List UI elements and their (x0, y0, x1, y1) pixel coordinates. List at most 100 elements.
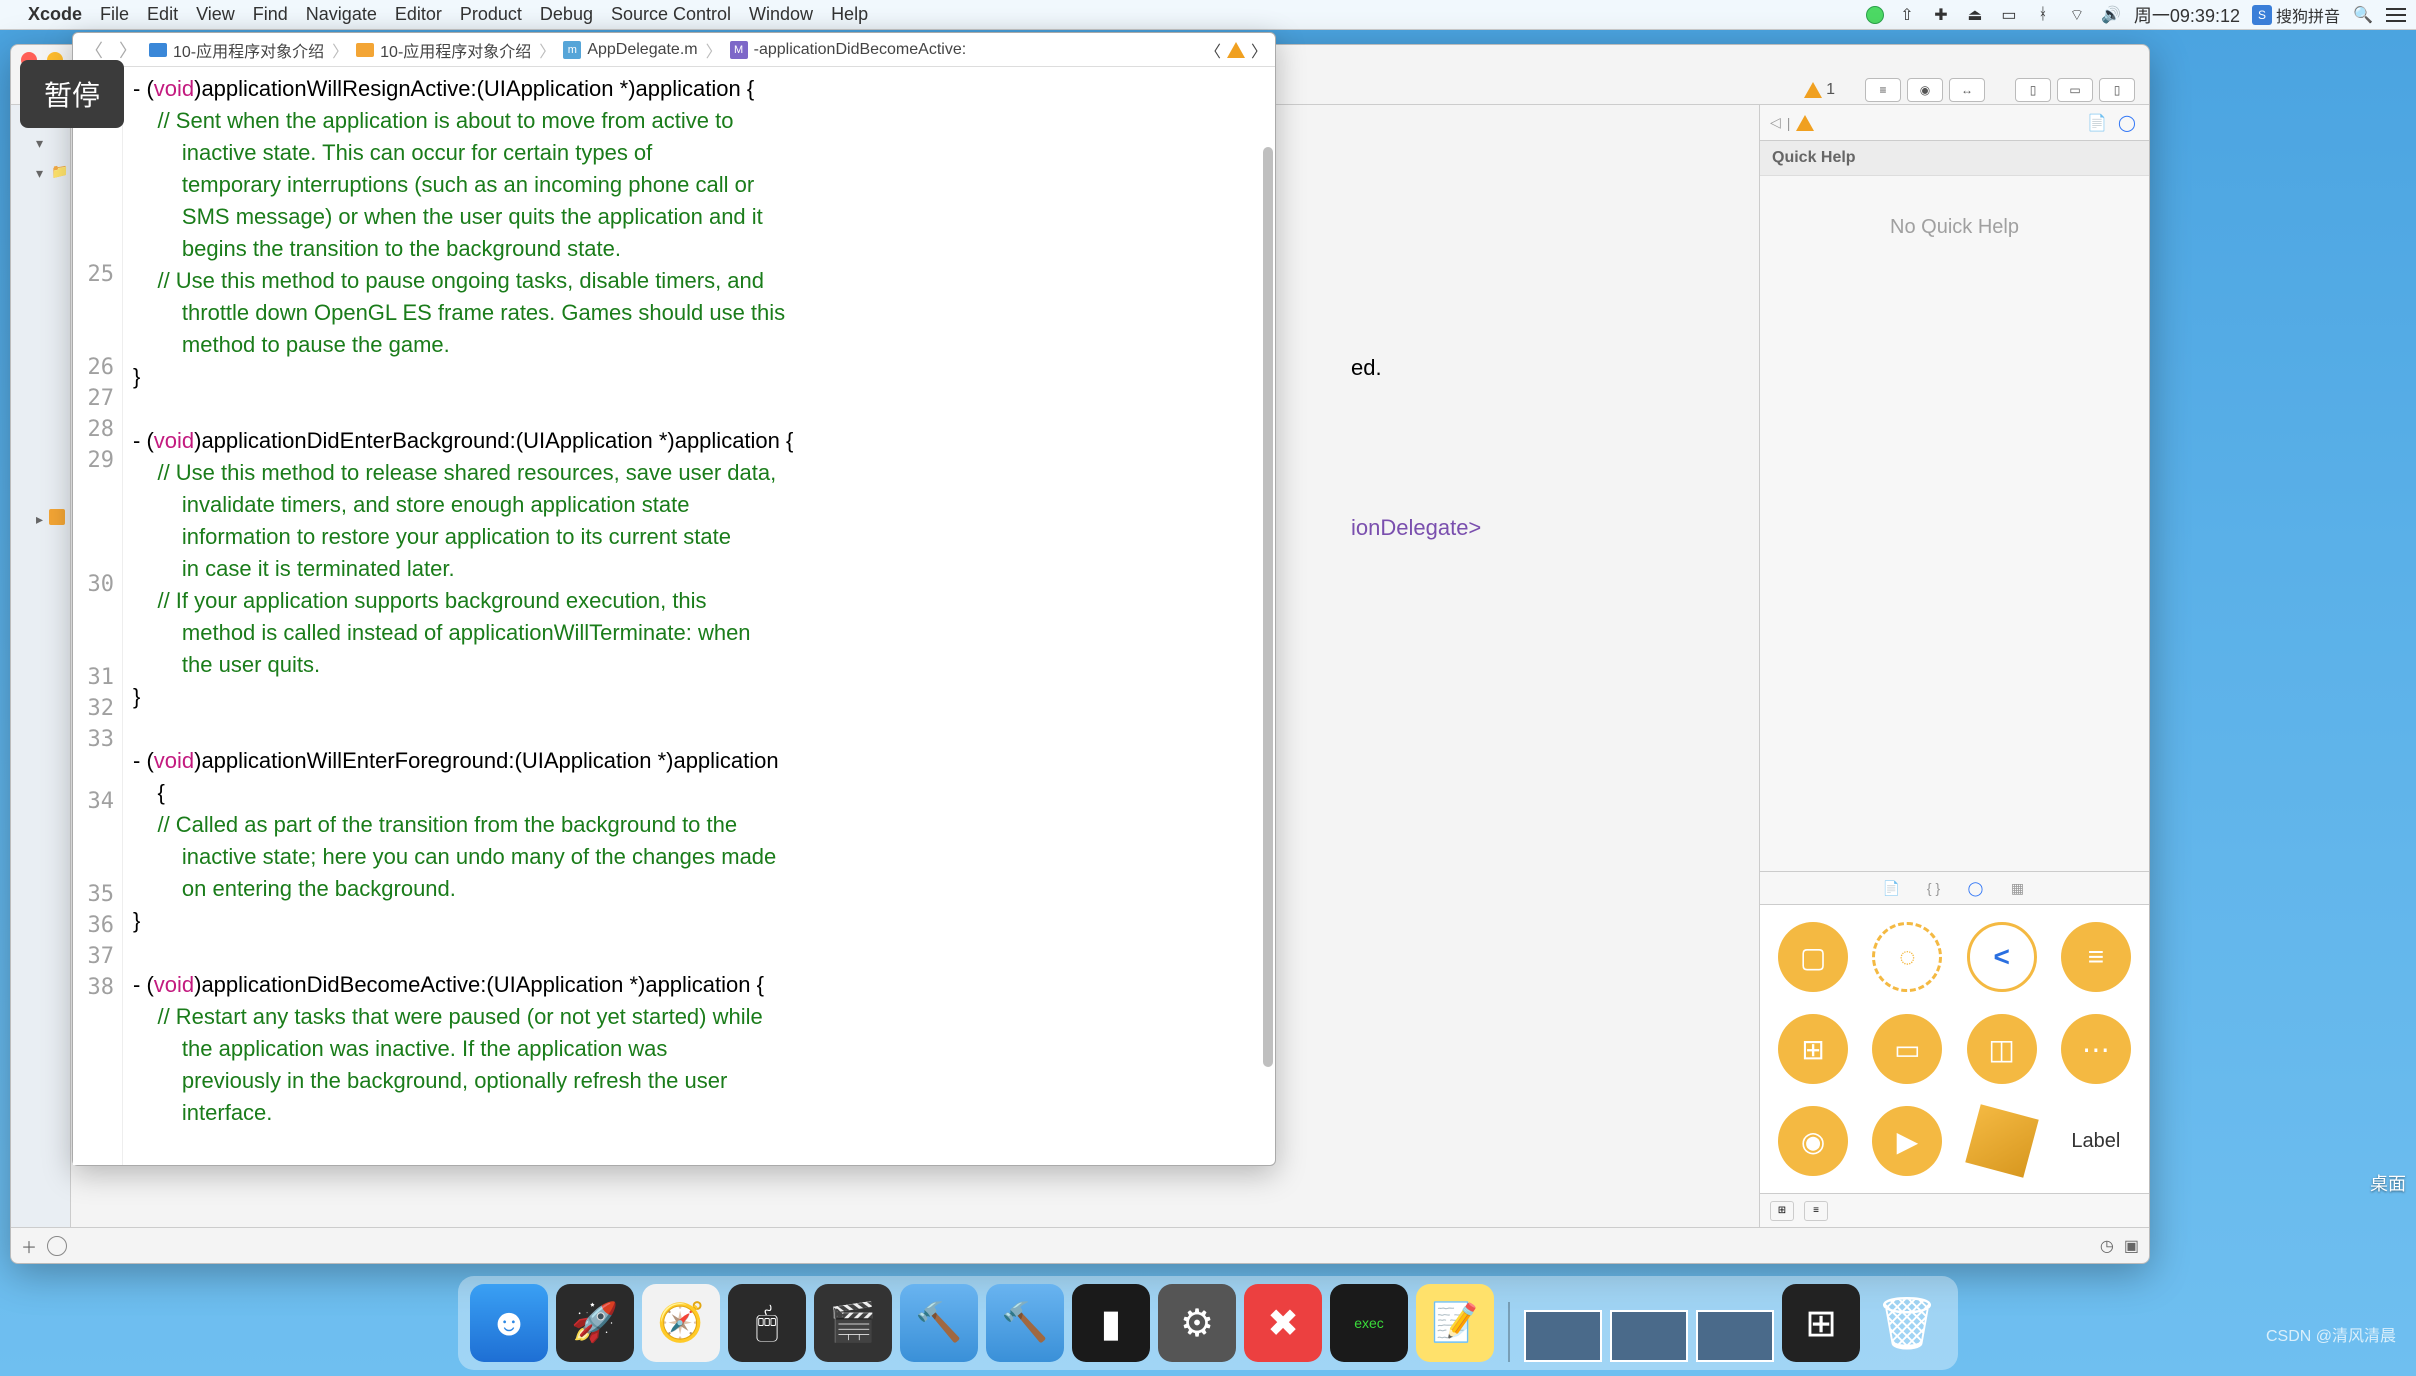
page-view-controller-object[interactable]: ⋯ (2061, 1014, 2131, 1084)
warning-icon[interactable] (1804, 82, 1822, 98)
menu-source-control[interactable]: Source Control (611, 4, 731, 25)
notes-app[interactable]: 📝 (1416, 1284, 1494, 1362)
split-view-controller-object[interactable]: ◫ (1967, 1014, 2037, 1084)
finder-app[interactable]: ☻ (470, 1284, 548, 1362)
volume-icon[interactable]: 🔊 (2100, 4, 2122, 26)
forward-button[interactable]: 〉 (115, 37, 141, 63)
recent-icon[interactable]: ◷ (2100, 1236, 2114, 1256)
scrollbar[interactable] (1263, 147, 1273, 1067)
view-controller-object[interactable]: ▢ (1778, 922, 1848, 992)
code-snippet-library-icon[interactable]: { } (1923, 877, 1945, 899)
warning-icon[interactable] (1796, 115, 1814, 131)
next-issue-icon[interactable]: 〉 (1251, 38, 1267, 62)
safari-app[interactable]: 🧭 (642, 1284, 720, 1362)
xcode-beta-app[interactable]: 🔨 (986, 1284, 1064, 1362)
screenshot-3[interactable] (1696, 1310, 1774, 1362)
menu-file[interactable]: File (100, 4, 129, 25)
menu-navigate[interactable]: Navigate (306, 4, 377, 25)
toggle-debug-button[interactable]: ▭ (2057, 78, 2093, 102)
clock[interactable]: 周一09:39:12 (2134, 2, 2240, 28)
object-library[interactable]: ▢ ◌ < ≡ ⊞ ▭ ◫ ⋯ ◉ ▶ Label (1760, 905, 2149, 1193)
container-object[interactable]: ◌ (1872, 922, 1942, 992)
launchpad-app[interactable]: 🚀 (556, 1284, 634, 1362)
imovie-app[interactable]: 🎬 (814, 1284, 892, 1362)
notification-center-icon[interactable] (2386, 8, 2406, 22)
pause-overlay[interactable]: 暂停 (20, 60, 124, 128)
navigation-controller-object[interactable]: < (1967, 922, 2037, 992)
downloads-stack[interactable]: ⊞ (1782, 1284, 1860, 1362)
prev-issue-icon[interactable]: 〈 (1205, 38, 1221, 62)
mouse-app[interactable]: 🖱 (728, 1284, 806, 1362)
standard-editor-button[interactable]: ≡ (1865, 78, 1901, 102)
jump-crumb[interactable]: 10-应用程序对象介绍 (173, 38, 324, 62)
trash[interactable]: 🗑 (1868, 1284, 1946, 1362)
code-area[interactable]: - (void)applicationWillResignActive:(UIA… (123, 67, 1275, 1165)
disclosure-triangle-icon[interactable]: ▾ (36, 135, 43, 152)
grid-view-icon[interactable]: ⊞ (1770, 1201, 1794, 1221)
tab-bar-controller-object[interactable]: ▭ (1872, 1014, 1942, 1084)
media-library-icon[interactable]: ▦ (2007, 877, 2029, 899)
version-editor-button[interactable]: ↔ (1949, 78, 1985, 102)
status-dot-icon[interactable] (1866, 6, 1884, 24)
screenshot-2[interactable] (1610, 1310, 1688, 1362)
line-number-gutter[interactable]: 23242526272829303132333435363738 (73, 67, 123, 1165)
exec-app[interactable]: exec (1330, 1284, 1408, 1362)
xmind-app[interactable]: ✖ (1244, 1284, 1322, 1362)
list-view-icon[interactable]: ≡ (1804, 1201, 1828, 1221)
nav-fwd-icon[interactable]: | (1787, 115, 1791, 131)
jump-bar[interactable]: 〈 〉 10-应用程序对象介绍 〉 10-应用程序对象介绍 〉 mAppDele… (73, 33, 1275, 67)
menu-help[interactable]: Help (831, 4, 868, 25)
menu-debug[interactable]: Debug (540, 4, 593, 25)
menu-edit[interactable]: Edit (147, 4, 178, 25)
navigator-area[interactable]: ▾ ▾ 📁 ▸ (11, 105, 71, 1227)
file-template-library-icon[interactable]: 📄 (1881, 877, 1903, 899)
wifi-icon[interactable]: ⌔ (2066, 4, 2088, 26)
menubar: Xcode File Edit View Find Navigate Edito… (0, 0, 2416, 30)
upload-icon[interactable]: ⇧ (1896, 4, 1918, 26)
jump-crumb[interactable]: -applicationDidBecomeActive: (754, 41, 967, 59)
jump-crumb[interactable]: AppDelegate.m (587, 41, 697, 59)
screen-icon[interactable]: ▭ (1998, 4, 2020, 26)
av-player-view-controller-object[interactable]: ▶ (1872, 1106, 1942, 1176)
toggle-utilities-button[interactable]: ▯ (2099, 78, 2135, 102)
xcode-app[interactable]: 🔨 (900, 1284, 978, 1362)
filter-icon[interactable] (47, 1236, 67, 1256)
system-preferences-app[interactable]: ⚙ (1158, 1284, 1236, 1362)
assistant-editor-button[interactable]: ◉ (1907, 78, 1943, 102)
menu-view[interactable]: View (196, 4, 235, 25)
disclosure-triangle-icon[interactable]: ▾ (36, 165, 43, 182)
ime-menu[interactable]: S搜狗拼音 (2252, 3, 2340, 27)
menu-editor[interactable]: Editor (395, 4, 442, 25)
label-object[interactable]: Label (2071, 1130, 2120, 1153)
app-menu[interactable]: Xcode (28, 4, 82, 25)
desktop-folder-label[interactable]: 桌面 (2370, 1170, 2406, 1196)
screenshot-1[interactable] (1524, 1310, 1602, 1362)
add-button[interactable]: ＋ (21, 1234, 37, 1258)
nav-back-icon[interactable]: ◁ (1770, 114, 1781, 131)
jump-crumb[interactable]: 10-应用程序对象介绍 (380, 38, 531, 62)
eject-icon[interactable]: ⏏ (1964, 4, 1986, 26)
menu-product[interactable]: Product (460, 4, 522, 25)
menu-window[interactable]: Window (749, 4, 813, 25)
toggle-navigator-button[interactable]: ▯ (2015, 78, 2051, 102)
disclosure-triangle-icon[interactable]: ▸ (36, 511, 43, 528)
collection-view-controller-object[interactable]: ⊞ (1778, 1014, 1848, 1084)
warning-icon[interactable] (1227, 42, 1245, 58)
object-library-icon[interactable]: ◯ (1965, 877, 1987, 899)
watermark: CSDN @清风清晨 (2266, 1322, 2396, 1346)
add-icon[interactable]: ✚ (1930, 4, 1952, 26)
back-button[interactable]: 〈 (81, 37, 107, 63)
spotlight-icon[interactable]: 🔍 (2352, 4, 2374, 26)
folder-icon[interactable]: 📁 (51, 163, 68, 180)
bluetooth-icon[interactable]: ᚼ (2032, 4, 2054, 26)
terminal-app[interactable]: ▮ (1072, 1284, 1150, 1362)
file-inspector-icon[interactable]: 📄 (2085, 111, 2109, 135)
file-icon[interactable] (49, 509, 65, 525)
object-cube[interactable] (1965, 1104, 2038, 1177)
menu-find[interactable]: Find (253, 4, 288, 25)
quick-help-body: No Quick Help (1760, 176, 2149, 871)
table-view-controller-object[interactable]: ≡ (2061, 922, 2131, 992)
glkit-view-controller-object[interactable]: ◉ (1778, 1106, 1848, 1176)
quick-help-inspector-icon[interactable]: ◯ (2115, 111, 2139, 135)
outline-icon[interactable]: ▣ (2124, 1236, 2139, 1256)
